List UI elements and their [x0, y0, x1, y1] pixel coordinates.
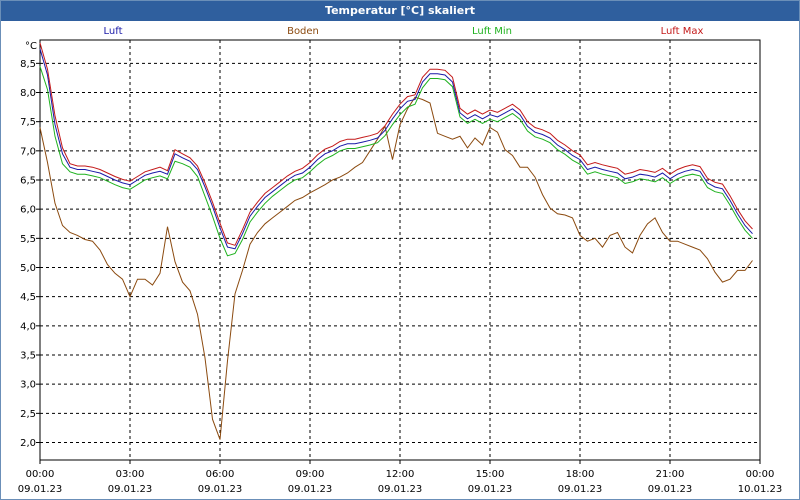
y-tick-label: 5,0 [20, 263, 36, 274]
x-tick-time-label: 09:00 [296, 469, 325, 480]
x-tick-date-label: 09.01.23 [108, 484, 153, 495]
y-tick-label: 3,5 [20, 351, 36, 362]
y-tick-label: 8,0 [20, 88, 36, 99]
x-tick-time-label: 21:00 [656, 469, 685, 480]
legend-entry-luft: Luft [104, 26, 123, 37]
x-tick-date-label: 09.01.23 [378, 484, 423, 495]
legend: Luft Boden Luft Min Luft Max [104, 26, 704, 37]
x-tick-date-label: 09.01.23 [288, 484, 333, 495]
y-tick-label: 5,5 [20, 234, 36, 245]
legend-entry-boden: Boden [287, 26, 319, 37]
y-tick-label: 2,5 [20, 409, 36, 420]
x-tick-time-label: 03:00 [116, 469, 145, 480]
x-tick-time-label: 12:00 [386, 469, 415, 480]
x-tick-date-label: 09.01.23 [648, 484, 693, 495]
x-tick-date-label: 09.01.23 [18, 484, 63, 495]
legend-entry-luft-max: Luft Max [661, 26, 704, 37]
y-tick-label: 3,0 [20, 380, 36, 391]
y-tick-label: 2,0 [20, 438, 36, 449]
y-tick-label: 6,5 [20, 176, 36, 187]
temperature-chart: Luft Boden Luft Min Luft Max °C 8,5 8,0 7,5 7,… [18, 26, 783, 495]
x-tick-date-label: 10.01.23 [738, 484, 783, 495]
legend-entry-luft-min: Luft Min [472, 26, 512, 37]
x-tick-time-label: 15:00 [476, 469, 505, 480]
x-tick-date-label: 09.01.23 [198, 484, 243, 495]
y-tick-label: 7,0 [20, 146, 36, 157]
y-tick-label: 6,0 [20, 205, 36, 216]
x-tick-time-label: 00:00 [746, 469, 775, 480]
x-axis-ticks: 00:00 09.01.23 03:00 09.01.23 06:00 09.01.23 0… [18, 460, 783, 495]
x-tick-time-label: 06:00 [206, 469, 235, 480]
x-tick-date-label: 09.01.23 [468, 484, 513, 495]
y-axis-ticks: 8,5 8,0 7,5 7,0 6,5 6,0 5,5 5,0 4,5 4,0 3,5 3,0 2,5 2… [20, 59, 40, 449]
y-tick-label: 4,0 [20, 321, 36, 332]
x-tick-time-label: 18:00 [566, 469, 595, 480]
y-tick-label: 4,5 [20, 292, 36, 303]
x-tick-time-label: 00:00 [26, 469, 55, 480]
y-tick-label: 8,5 [20, 59, 36, 70]
x-tick-date-label: 09.01.23 [558, 484, 603, 495]
y-axis-unit-label: °C [25, 41, 37, 52]
y-tick-label: 7,5 [20, 117, 36, 128]
